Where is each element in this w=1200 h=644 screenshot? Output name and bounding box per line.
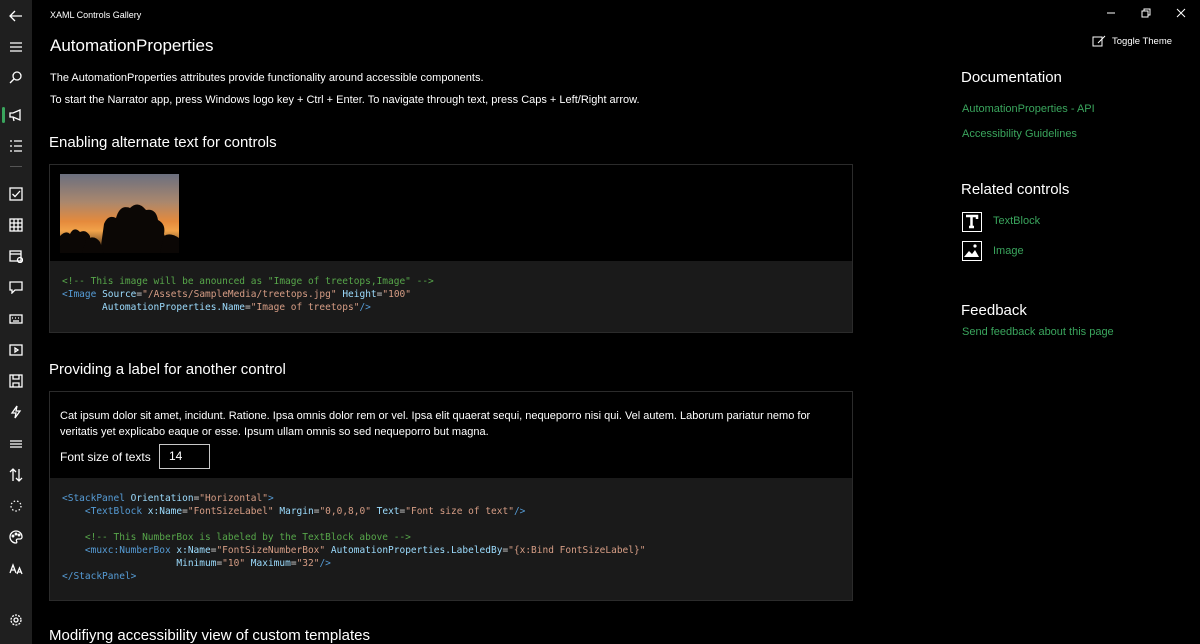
checkbox-icon[interactable] bbox=[0, 180, 32, 208]
related-link-image[interactable]: Image bbox=[993, 245, 1024, 257]
nav-divider bbox=[10, 166, 22, 167]
code-line: <Image Source="/Assets/SampleMedia/treet… bbox=[62, 289, 411, 300]
save-icon[interactable] bbox=[0, 367, 32, 395]
code-line: <!-- This NumberBox is labeled by the Te… bbox=[62, 532, 411, 543]
restore-icon bbox=[1141, 8, 1151, 18]
search-icon[interactable] bbox=[0, 63, 32, 91]
list-icon[interactable] bbox=[0, 132, 32, 160]
code-sample-alt-text: <!-- This image will be anounced as "Ima… bbox=[50, 261, 852, 332]
nav-rail bbox=[0, 0, 32, 644]
app-title: XAML Controls Gallery bbox=[50, 10, 142, 20]
related-controls-heading: Related controls bbox=[961, 181, 1070, 198]
lines-icon[interactable] bbox=[0, 430, 32, 458]
font-size-label: Font size of texts bbox=[60, 450, 151, 464]
image-icon bbox=[962, 241, 982, 261]
section-heading-custom-templates: Modifiyng accessibility view of custom t… bbox=[49, 627, 370, 644]
documentation-heading: Documentation bbox=[961, 69, 1062, 86]
toggle-theme-button[interactable]: Toggle Theme bbox=[1092, 35, 1172, 47]
megaphone-icon[interactable] bbox=[0, 101, 32, 129]
narrator-hint: To start the Narrator app, press Windows… bbox=[50, 94, 640, 106]
settings-icon[interactable] bbox=[0, 606, 32, 634]
code-line: <!-- This image will be anounced as "Ima… bbox=[62, 276, 434, 287]
section-heading-label: Providing a label for another control bbox=[49, 361, 286, 378]
section-heading-alt-text: Enabling alternate text for controls bbox=[49, 134, 277, 151]
sort-arrows-icon[interactable] bbox=[0, 461, 32, 489]
close-button[interactable] bbox=[1166, 4, 1196, 22]
code-line: Minimum="10" Maximum="32"/> bbox=[62, 558, 331, 569]
font-size-icon[interactable] bbox=[0, 555, 32, 583]
code-line: <StackPanel Orientation="Horizontal"> bbox=[62, 493, 274, 504]
sample-paragraph: Cat ipsum dolor sit amet, incidunt. Rati… bbox=[60, 410, 811, 438]
code-line: <muxc:NumberBox x:Name="FontSizeNumberBo… bbox=[62, 545, 646, 556]
feedback-heading: Feedback bbox=[961, 302, 1027, 319]
code-sample-label: <StackPanel Orientation="Horizontal"> <T… bbox=[50, 478, 852, 600]
restore-button[interactable] bbox=[1131, 4, 1161, 22]
minimize-icon bbox=[1107, 12, 1115, 14]
related-link-textblock[interactable]: TextBlock bbox=[993, 215, 1040, 227]
example-card-label: Cat ipsum dolor sit amet, incidunt. Rati… bbox=[49, 391, 853, 601]
minimize-button[interactable] bbox=[1096, 4, 1126, 22]
font-size-numberbox[interactable]: 14 bbox=[159, 444, 210, 469]
back-arrow-icon[interactable] bbox=[0, 2, 32, 30]
progress-ring-icon[interactable] bbox=[0, 492, 32, 520]
page-title: AutomationProperties bbox=[50, 36, 214, 55]
doc-link-api[interactable]: AutomationProperties - API bbox=[962, 103, 1095, 115]
textblock-icon bbox=[962, 212, 982, 232]
feedback-link[interactable]: Send feedback about this page bbox=[962, 326, 1114, 338]
code-line: </StackPanel> bbox=[62, 571, 137, 582]
toggle-theme-label: Toggle Theme bbox=[1112, 35, 1173, 47]
chat-icon[interactable] bbox=[0, 273, 32, 301]
doc-link-guidelines[interactable]: Accessibility Guidelines bbox=[962, 128, 1077, 140]
lightning-icon[interactable] bbox=[0, 398, 32, 426]
theme-icon bbox=[1092, 35, 1106, 47]
media-icon[interactable] bbox=[0, 336, 32, 364]
code-line: AutomationProperties.Name="Image of tree… bbox=[62, 302, 371, 313]
code-line: <TextBlock x:Name="FontSizeLabel" Margin… bbox=[62, 506, 526, 517]
calendar-icon[interactable] bbox=[0, 242, 32, 270]
treetops-image bbox=[60, 174, 179, 253]
example-card-alt-text: <!-- This image will be anounced as "Ima… bbox=[49, 164, 853, 333]
keyboard-icon[interactable] bbox=[0, 305, 32, 333]
close-icon bbox=[1176, 8, 1186, 18]
palette-icon[interactable] bbox=[0, 523, 32, 551]
hamburger-menu-icon[interactable] bbox=[0, 33, 32, 61]
grid-icon[interactable] bbox=[0, 211, 32, 239]
page-description: The AutomationProperties attributes prov… bbox=[50, 72, 484, 84]
